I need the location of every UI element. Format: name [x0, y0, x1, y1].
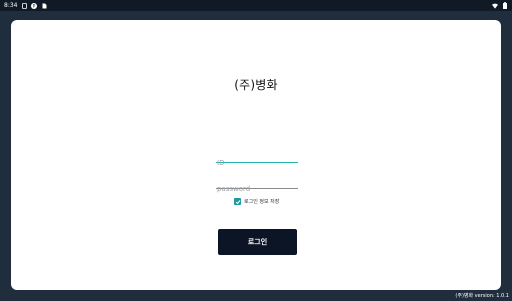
version-label: (주)병화 version: 1.0.1	[455, 293, 509, 299]
status-time: 8:34	[4, 2, 18, 9]
file-icon	[41, 3, 47, 9]
status-left: 8:34 P	[4, 2, 47, 9]
login-button[interactable]: 로그인	[218, 229, 297, 255]
sim-icon	[21, 2, 27, 9]
company-title: (주)병화	[234, 78, 278, 92]
remember-login-row[interactable]: 로그인 정보 저장	[234, 198, 279, 205]
status-bar: 8:34 P	[0, 0, 512, 11]
battery-icon	[502, 2, 508, 9]
check-icon	[235, 199, 240, 204]
wifi-icon	[492, 3, 498, 9]
password-field-wrapper	[216, 176, 298, 195]
p-icon: P	[31, 2, 38, 9]
remember-checkbox[interactable]	[234, 198, 241, 205]
svg-text:P: P	[33, 3, 36, 8]
status-right	[492, 2, 508, 9]
remember-label: 로그인 정보 저장	[244, 199, 280, 205]
password-input[interactable]	[216, 183, 298, 195]
id-input[interactable]	[216, 157, 298, 169]
id-field-wrapper	[216, 150, 298, 169]
